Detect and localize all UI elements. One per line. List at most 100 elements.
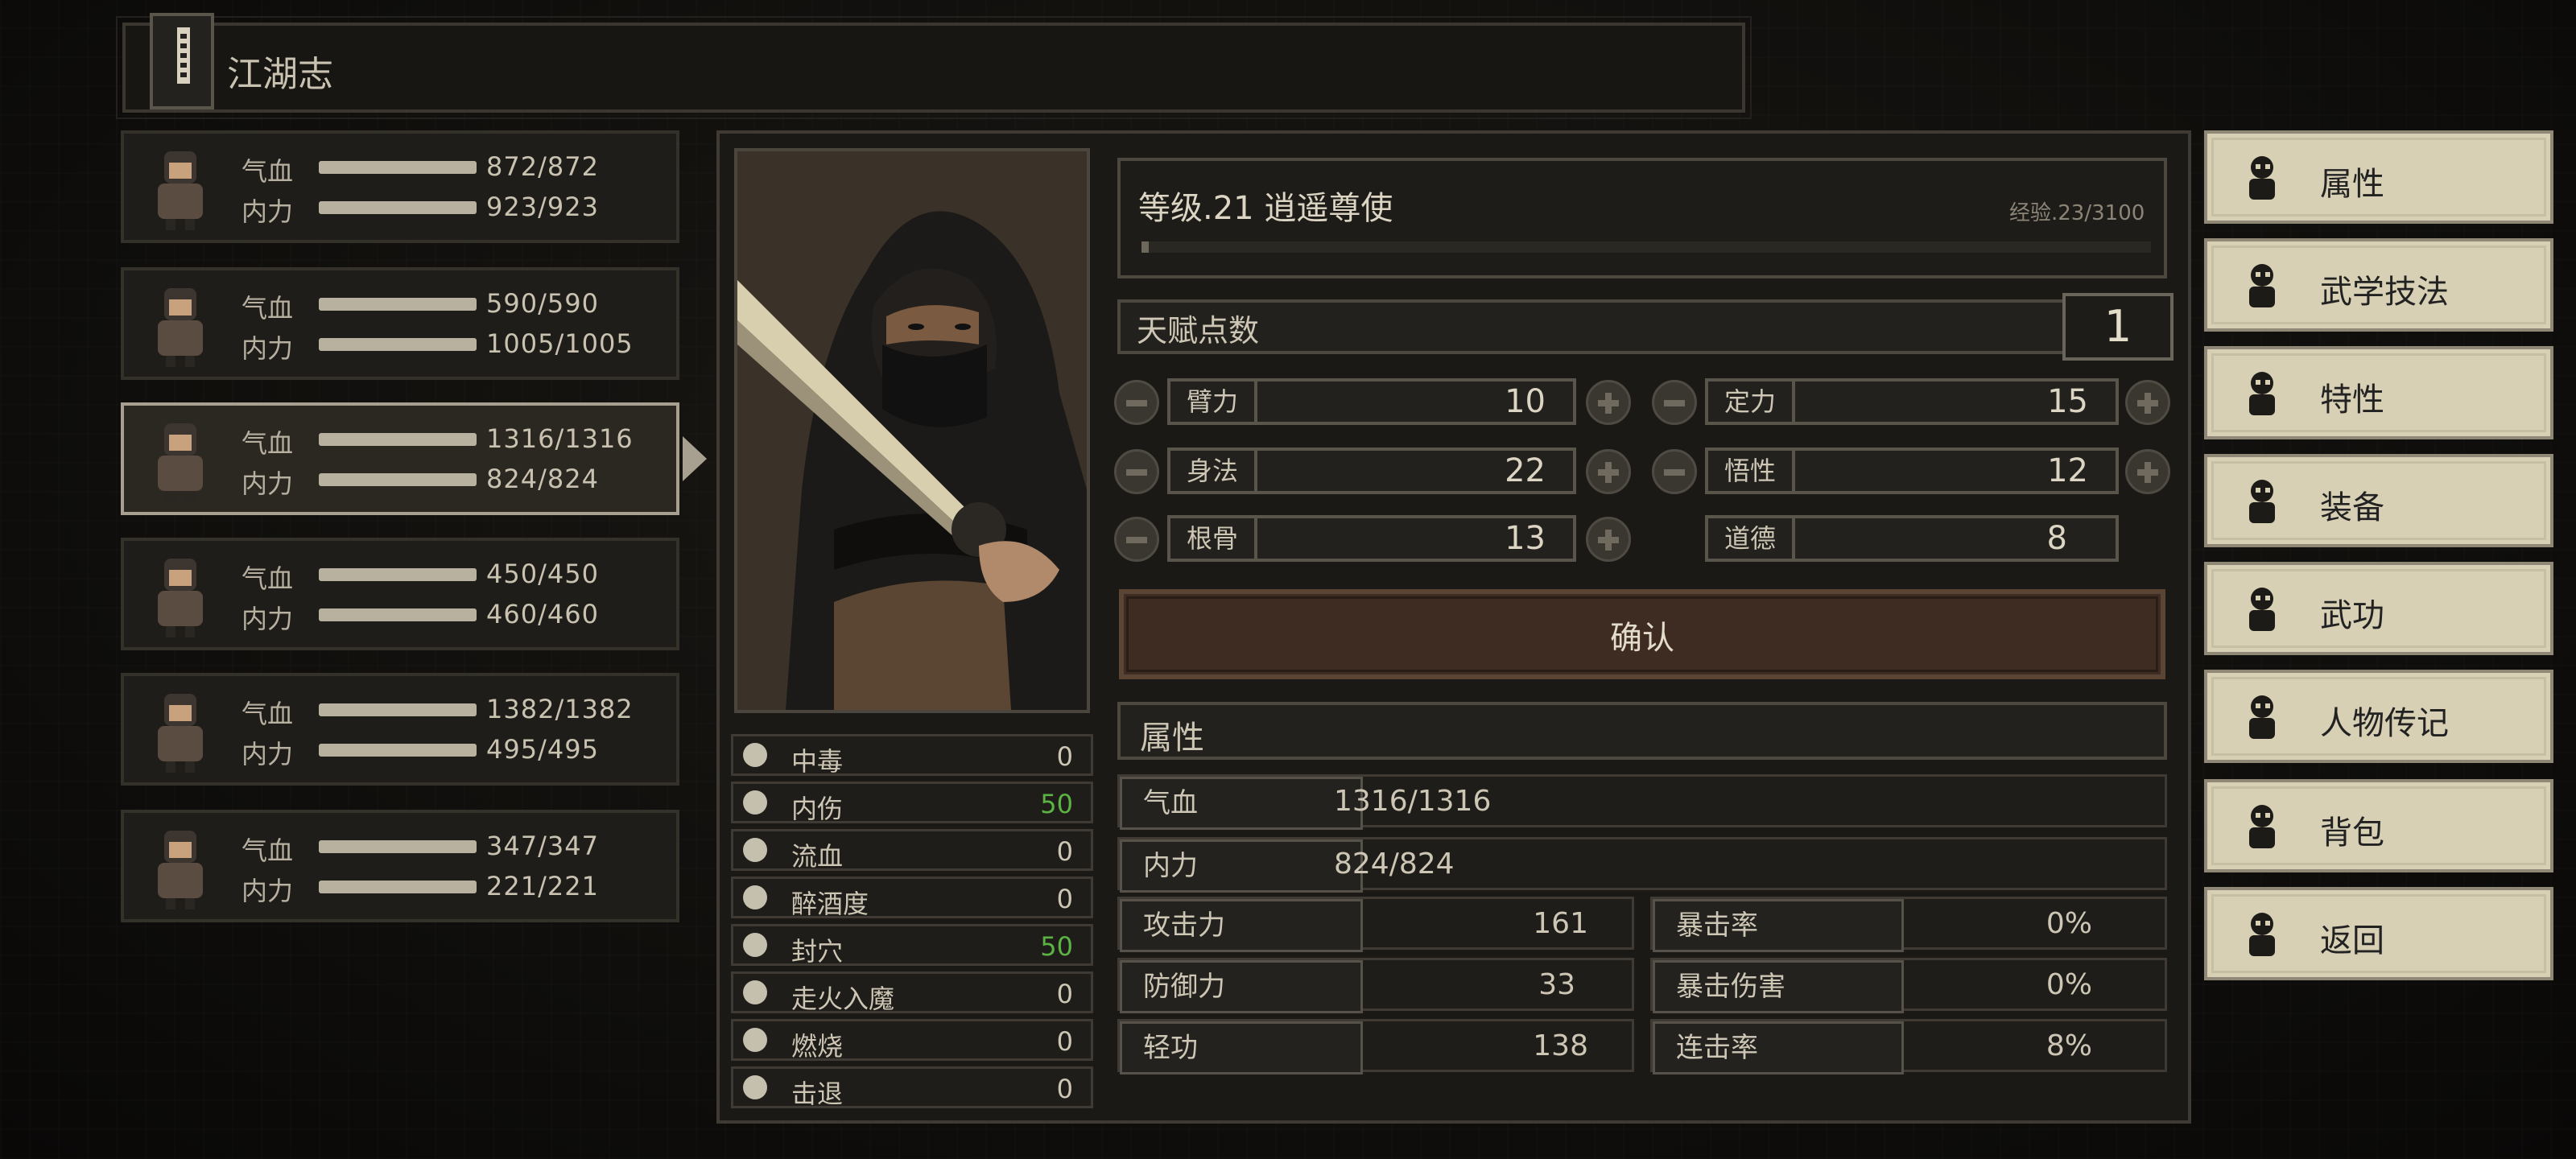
mp-bar	[319, 201, 477, 214]
menu-button-scroll[interactable]: 人物传记	[2204, 670, 2553, 763]
experience-bar-fill	[1141, 241, 1149, 253]
composure-increase-button[interactable]	[2125, 380, 2170, 425]
menu-button-label: 背包	[2320, 815, 2384, 852]
hp-value: 450/450	[486, 559, 599, 589]
property-combo-row: 连击率 8%	[1650, 1019, 2167, 1074]
property-attack-row: 攻击力 161	[1117, 897, 1634, 952]
status-value: 0	[1056, 836, 1073, 867]
status-name: 走火入魔	[791, 984, 895, 1014]
experience-bar	[1141, 241, 2151, 253]
hp-value: 872/872	[486, 151, 599, 182]
property-lightness-row: 轻功 138	[1117, 1019, 1634, 1074]
menu-button-label: 返回	[2320, 922, 2384, 959]
composure-decrease-button[interactable]	[1652, 380, 1697, 425]
menu-button-manual[interactable]: 武功	[2204, 562, 2553, 655]
status-effect-row: 封穴 50	[731, 924, 1093, 967]
menu-button-trait[interactable]: 特性	[2204, 346, 2553, 439]
attribute-agility: 身法 22	[1167, 448, 1576, 494]
strength-decrease-button[interactable]	[1114, 380, 1159, 425]
hp-label: 气血	[242, 293, 294, 324]
menu-button-door[interactable]: 返回	[2204, 887, 2553, 980]
hp-label: 气血	[242, 563, 294, 594]
menu-button-character[interactable]: 属性	[2204, 130, 2553, 224]
mp-label: 内力	[242, 196, 294, 227]
attribute-label: 身法	[1170, 451, 1258, 491]
status-name: 内伤	[791, 794, 844, 824]
mp-bar	[319, 608, 477, 621]
attribute-morality: 道德 8	[1705, 515, 2119, 562]
hp-label: 气血	[242, 699, 294, 729]
property-value: 1316/1316	[1334, 785, 1492, 818]
attribute-label: 悟性	[1708, 451, 1796, 491]
menu-button-martial-skill[interactable]: 武学技法	[2204, 238, 2553, 332]
attribute-composure: 定力 15	[1705, 378, 2119, 425]
constitution-decrease-button[interactable]	[1114, 517, 1159, 562]
party-member-card[interactable]: 气血 347/347 内力 221/221	[121, 810, 679, 922]
monk-icon	[137, 145, 224, 232]
property-value: 0%	[2046, 968, 2092, 1001]
insight-decrease-button[interactable]	[1652, 449, 1697, 494]
property-label: 暴击伤害	[1653, 960, 1904, 1013]
mp-label: 内力	[242, 604, 294, 634]
property-label: 内力	[1120, 839, 1363, 893]
attribute-value: 15	[2047, 383, 2088, 420]
property-value: 8%	[2046, 1029, 2092, 1062]
strength-increase-button[interactable]	[1586, 380, 1631, 425]
hp-bar	[319, 568, 477, 581]
goose-icon	[137, 824, 224, 911]
drunk-icon	[743, 885, 767, 909]
experience-label: 经验.23/3100	[2009, 201, 2145, 225]
party-member-card[interactable]: 气血 1316/1316 内力 824/824	[121, 402, 679, 515]
martial-skill-icon	[2236, 259, 2288, 312]
party-member-card[interactable]: 气血 450/450 内力 460/460	[121, 538, 679, 650]
constitution-increase-button[interactable]	[1586, 517, 1631, 562]
mp-label: 内力	[242, 333, 294, 364]
property-value: 824/824	[1334, 848, 1455, 881]
mp-label: 内力	[242, 876, 294, 906]
status-effect-row: 内伤 50	[731, 782, 1093, 824]
talent-points-value: 1	[2062, 293, 2174, 361]
party-member-card[interactable]: 气血 1382/1382 内力 495/495	[121, 673, 679, 786]
property-value: 161	[1533, 907, 1588, 940]
mp-value: 1005/1005	[486, 328, 634, 359]
hp-bar	[319, 298, 477, 311]
character-icon	[2236, 151, 2288, 204]
property-mp-row: 内力 824/824	[1117, 837, 2167, 893]
selection-arrow-icon	[683, 436, 707, 481]
status-name: 中毒	[791, 746, 844, 777]
agility-increase-button[interactable]	[1586, 449, 1631, 494]
hp-value: 590/590	[486, 288, 599, 319]
status-name: 封穴	[791, 936, 844, 967]
properties-title: 属性	[1140, 720, 1204, 757]
property-label: 攻击力	[1120, 899, 1363, 952]
hp-value: 347/347	[486, 831, 599, 861]
menu-button-sword[interactable]: 装备	[2204, 454, 2553, 547]
trait-icon	[2236, 367, 2288, 420]
mp-label: 内力	[242, 739, 294, 769]
agility-decrease-button[interactable]	[1114, 449, 1159, 494]
scroll-icon	[2236, 691, 2288, 744]
status-name: 醉酒度	[791, 889, 869, 919]
attribute-value: 12	[2047, 452, 2088, 489]
manual-icon	[2236, 583, 2288, 636]
property-label: 防御力	[1120, 960, 1363, 1013]
status-name: 击退	[791, 1079, 844, 1109]
status-value: 0	[1056, 741, 1073, 772]
mp-value: 824/824	[486, 464, 599, 494]
status-name: 燃烧	[791, 1031, 844, 1062]
book-icon	[150, 13, 214, 109]
menu-button-label: 武学技法	[2320, 274, 2449, 311]
hp-label: 气血	[242, 428, 294, 459]
mp-bar	[319, 338, 477, 351]
mp-value: 221/221	[486, 871, 599, 901]
party-member-card[interactable]: 气血 872/872 内力 923/923	[121, 130, 679, 243]
menu-button-bag[interactable]: 背包	[2204, 779, 2553, 872]
party-member-card[interactable]: 气血 590/590 内力 1005/1005	[121, 267, 679, 380]
confirm-button-label[interactable]: 确认	[1119, 612, 2165, 658]
insight-increase-button[interactable]	[2125, 449, 2170, 494]
mp-value: 923/923	[486, 192, 599, 222]
hp-bar	[319, 703, 477, 716]
status-effect-row: 流血 0	[731, 829, 1093, 872]
property-hp-row: 气血 1316/1316	[1117, 774, 2167, 830]
hp-value: 1382/1382	[486, 694, 634, 724]
